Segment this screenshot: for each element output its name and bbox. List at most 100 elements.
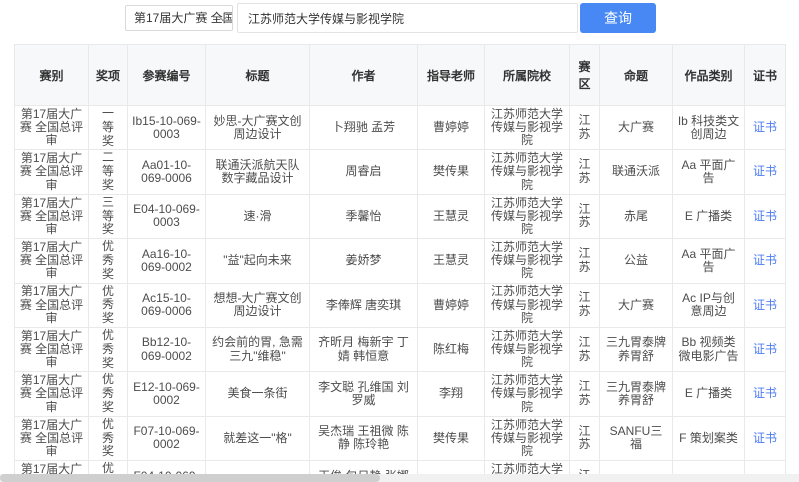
cell-advisors: 樊传果 bbox=[418, 150, 485, 194]
cell-division-text: 江苏 bbox=[578, 291, 591, 319]
column-header-school: 所属院校 bbox=[485, 45, 570, 106]
cell-award-text: 优秀奖 bbox=[102, 373, 115, 414]
cell-school: 江苏师范大学传媒与影视学院 bbox=[485, 283, 570, 327]
cell-division-text: 江苏 bbox=[578, 380, 591, 408]
cell-authors: 姜娇梦 bbox=[310, 239, 418, 283]
horizontal-scrollbar-thumb[interactable] bbox=[0, 474, 380, 482]
cell-certificate: 证书 bbox=[745, 106, 786, 150]
certificate-link[interactable]: 证书 bbox=[753, 298, 777, 312]
certificate-link[interactable]: 证书 bbox=[753, 386, 777, 400]
certificate-link[interactable]: 证书 bbox=[753, 209, 777, 223]
column-header-contest: 赛别 bbox=[15, 45, 89, 106]
certificate-link[interactable]: 证书 bbox=[753, 342, 777, 356]
cell-advisors: 王慧灵 bbox=[418, 239, 485, 283]
cell-contest: 第17届大广赛 全国总评审 bbox=[15, 239, 89, 283]
cell-authors: 李文聪 孔维国 刘罗威 bbox=[310, 372, 418, 416]
cell-division-text: 江苏 bbox=[578, 114, 591, 142]
column-header-topic: 命题 bbox=[600, 45, 673, 106]
cell-topic: 大广赛 bbox=[600, 106, 673, 150]
column-header-title: 标题 bbox=[206, 45, 310, 106]
column-header-authors: 作者 bbox=[310, 45, 418, 106]
cell-authors: 齐昕月 梅新宇 丁婧 韩恒意 bbox=[310, 327, 418, 371]
cell-award-text: 三等奖 bbox=[102, 196, 115, 237]
cell-entry-no: E04-10-069-0003 bbox=[128, 194, 206, 238]
table-row: 第17届大广赛 全国总评审优秀奖Ac15-10-069-0006想想-大广赛文创… bbox=[15, 283, 786, 327]
cell-award-text: 二等奖 bbox=[102, 151, 115, 192]
query-button[interactable]: 查询 bbox=[580, 3, 656, 33]
cell-division-text: 江苏 bbox=[578, 158, 591, 186]
cell-contest: 第17届大广赛 全国总评审 bbox=[15, 416, 89, 460]
cell-award-text: 优秀奖 bbox=[102, 240, 115, 281]
cell-title: "益"起向未来 bbox=[206, 239, 310, 283]
cell-contest: 第17届大广赛 全国总评审 bbox=[15, 283, 89, 327]
table-row: 第17届大广赛 全国总评审一等奖Ib15-10-069-0003妙思-大广赛文创… bbox=[15, 106, 786, 150]
cell-certificate: 证书 bbox=[745, 239, 786, 283]
cell-division-text: 江苏 bbox=[578, 203, 591, 231]
cell-advisors: 曹婷婷 bbox=[418, 283, 485, 327]
cell-award-text: 优秀奖 bbox=[102, 418, 115, 459]
column-header-advisors: 指导老师 bbox=[418, 45, 485, 106]
cell-award-text: 一等奖 bbox=[102, 107, 115, 148]
cell-entry-no: Ib15-10-069-0003 bbox=[128, 106, 206, 150]
cell-category: Ac IP与创意周边 bbox=[673, 283, 745, 327]
cell-contest: 第17届大广赛 全国总评审 bbox=[15, 106, 89, 150]
cell-title: 美食一条街 bbox=[206, 372, 310, 416]
cell-division-text: 江苏 bbox=[578, 425, 591, 453]
certificate-link[interactable]: 证书 bbox=[753, 164, 777, 178]
certificate-link[interactable]: 证书 bbox=[753, 253, 777, 267]
certificate-link[interactable]: 证书 bbox=[753, 431, 777, 445]
cell-award: 一等奖 bbox=[89, 106, 128, 150]
cell-division-text: 江苏 bbox=[578, 247, 591, 275]
school-input[interactable] bbox=[237, 3, 578, 33]
cell-division: 江苏 bbox=[570, 239, 600, 283]
cell-award: 三等奖 bbox=[89, 194, 128, 238]
cell-award-text: 优秀奖 bbox=[102, 285, 115, 326]
cell-award-text: 优秀奖 bbox=[102, 329, 115, 370]
contest-select[interactable]: 第17届大广赛 全国总评审 bbox=[125, 5, 233, 31]
cell-category: Aa 平面广告 bbox=[673, 239, 745, 283]
cell-school: 江苏师范大学传媒与影视学院 bbox=[485, 239, 570, 283]
certificate-link[interactable]: 证书 bbox=[753, 120, 777, 134]
cell-school: 江苏师范大学传媒与影视学院 bbox=[485, 194, 570, 238]
cell-school: 江苏师范大学传媒与影视学院 bbox=[485, 150, 570, 194]
cell-topic: SANFU三福 bbox=[600, 416, 673, 460]
cell-entry-no: Bb12-10-069-0002 bbox=[128, 327, 206, 371]
cell-authors: 李俸辉 唐奕琪 bbox=[310, 283, 418, 327]
column-header-entry-no: 参赛编号 bbox=[128, 45, 206, 106]
table-header-row: 赛别奖项参赛编号标题作者指导老师所属院校赛区命题作品类别证书 bbox=[15, 45, 786, 106]
column-header-certificate: 证书 bbox=[745, 45, 786, 106]
cell-school: 江苏师范大学传媒与影视学院 bbox=[485, 416, 570, 460]
cell-division: 江苏 bbox=[570, 416, 600, 460]
column-header-category: 作品类别 bbox=[673, 45, 745, 106]
table-row: 第17届大广赛 全国总评审三等奖E04-10-069-0003速·滑季馨怡王慧灵… bbox=[15, 194, 786, 238]
cell-certificate: 证书 bbox=[745, 327, 786, 371]
table-row: 第17届大广赛 全国总评审优秀奖Bb12-10-069-0002约会前的胃, 急… bbox=[15, 327, 786, 371]
cell-award: 优秀奖 bbox=[89, 239, 128, 283]
cell-certificate: 证书 bbox=[745, 194, 786, 238]
cell-authors: 卜翔驰 孟芳 bbox=[310, 106, 418, 150]
cell-category: Ib 科技类文创周边 bbox=[673, 106, 745, 150]
cell-title: 联通沃派航天队数字藏品设计 bbox=[206, 150, 310, 194]
cell-certificate: 证书 bbox=[745, 416, 786, 460]
table-row: 第17届大广赛 全国总评审优秀奖Aa16-10-069-0002"益"起向未来姜… bbox=[15, 239, 786, 283]
column-header-division: 赛区 bbox=[570, 45, 600, 106]
cell-division: 江苏 bbox=[570, 194, 600, 238]
cell-school: 江苏师范大学传媒与影视学院 bbox=[485, 327, 570, 371]
cell-contest: 第17届大广赛 全国总评审 bbox=[15, 150, 89, 194]
cell-division: 江苏 bbox=[570, 327, 600, 371]
cell-division: 江苏 bbox=[570, 150, 600, 194]
cell-award: 优秀奖 bbox=[89, 372, 128, 416]
cell-contest: 第17届大广赛 全国总评审 bbox=[15, 327, 89, 371]
cell-topic: 三九胃泰牌养胃舒 bbox=[600, 327, 673, 371]
results-table-wrap: 赛别奖项参赛编号标题作者指导老师所属院校赛区命题作品类别证书 第17届大广赛 全… bbox=[14, 44, 785, 482]
cell-entry-no: F07-10-069-0002 bbox=[128, 416, 206, 460]
cell-advisors: 李翔 bbox=[418, 372, 485, 416]
cell-division: 江苏 bbox=[570, 372, 600, 416]
cell-division: 江苏 bbox=[570, 106, 600, 150]
cell-authors: 吴杰瑞 王祖微 陈静 陈玲艳 bbox=[310, 416, 418, 460]
cell-contest: 第17届大广赛 全国总评审 bbox=[15, 194, 89, 238]
cell-category: F 策划案类 bbox=[673, 416, 745, 460]
cell-award: 优秀奖 bbox=[89, 416, 128, 460]
horizontal-scrollbar[interactable] bbox=[0, 474, 799, 482]
cell-award: 优秀奖 bbox=[89, 283, 128, 327]
